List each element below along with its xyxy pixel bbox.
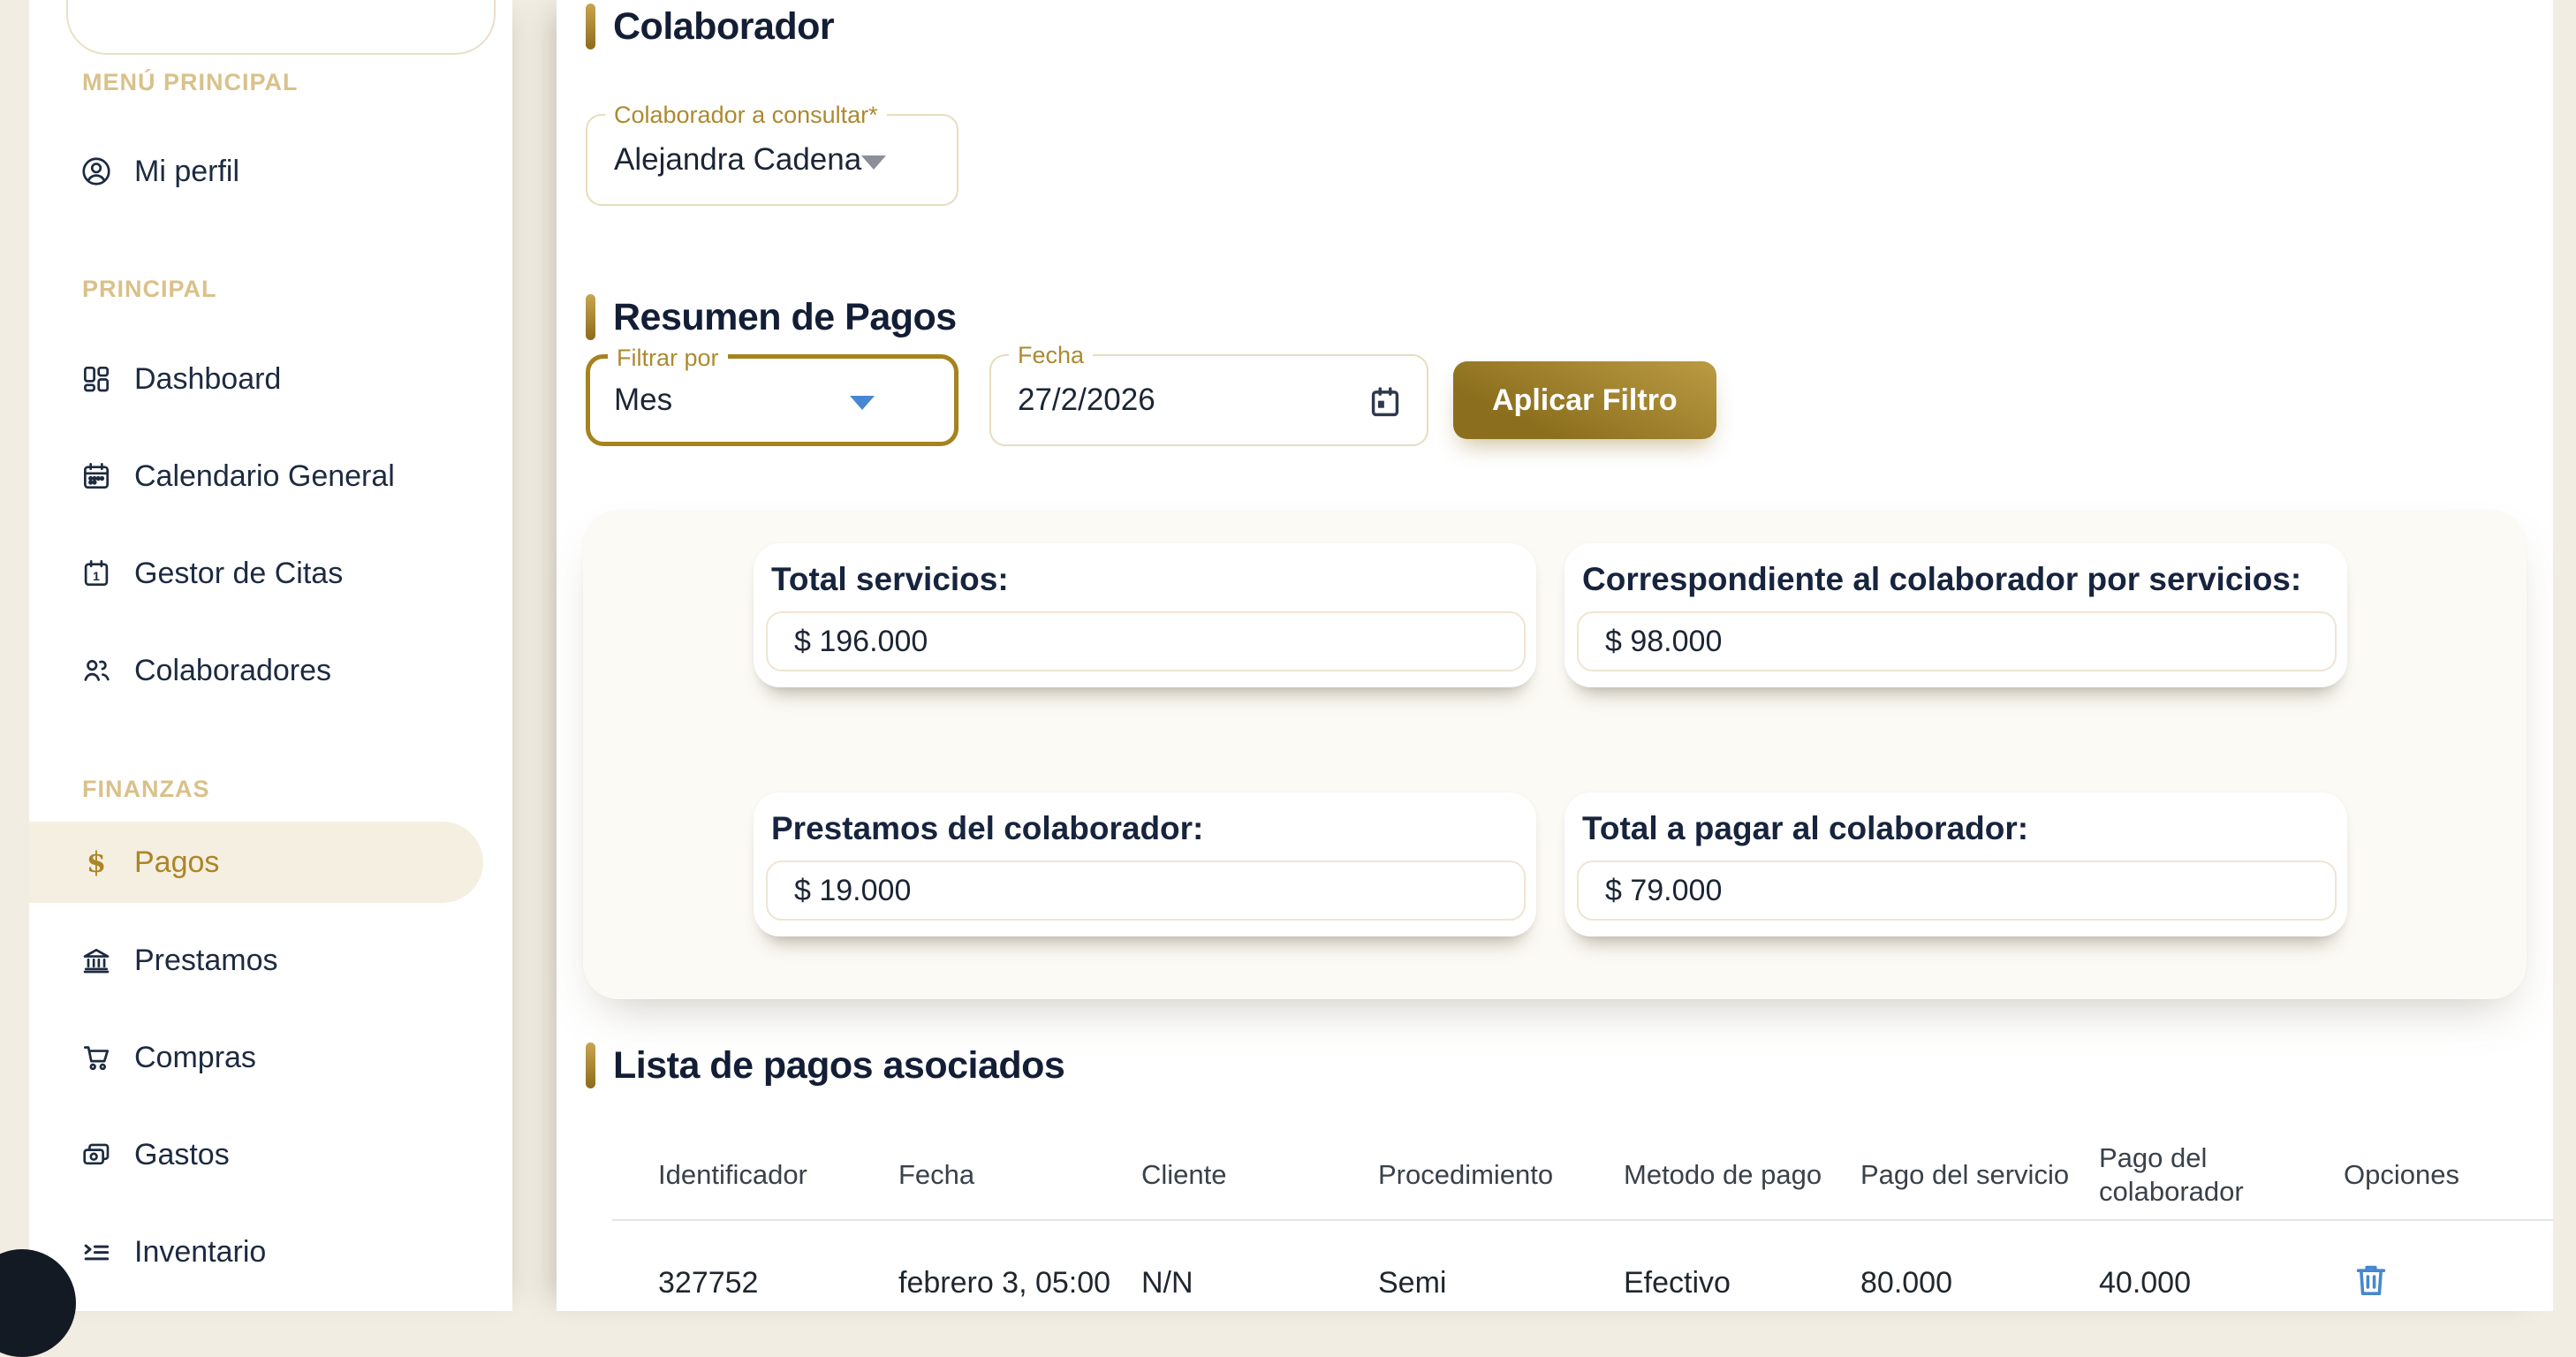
sidebar-section-principal: PRINCIPAL (82, 274, 512, 304)
column-header: Fecha (898, 1158, 1141, 1192)
fecha-input[interactable]: Fecha 27/2/2026 (989, 354, 1428, 446)
sidebar-item-label: Gestor de Citas (134, 557, 343, 591)
sidebar-item-gastos[interactable]: Gastos (29, 1114, 512, 1195)
section-title-lista-pagos: Lista de pagos asociados (613, 1044, 1064, 1088)
list-indent-icon (80, 1235, 113, 1269)
colaborador-select-value: Alejandra Cadena (614, 116, 861, 204)
sidebar-item-inventario[interactable]: Inventario (29, 1211, 512, 1293)
dashboard-icon (80, 362, 113, 396)
cell-procedimiento: Semi (1378, 1266, 1624, 1300)
stat-card-total-servicios: Total servicios: $ 196.000 (754, 543, 1536, 687)
calendar-event-icon: 1 (80, 557, 113, 590)
trash-icon (2350, 1293, 2392, 1306)
svg-text:$: $ (87, 845, 106, 878)
cell-fecha: febrero 3, 05:00 (898, 1266, 1119, 1300)
cell-pago-servicio: 80.000 (1860, 1266, 2099, 1300)
column-header: Opciones (2344, 1158, 2520, 1192)
column-header: Pago del colaborador (2099, 1141, 2344, 1209)
stat-card-prestamos: Prestamos del colaborador: $ 19.000 (754, 792, 1536, 936)
sidebar-item-label: Mi perfil (134, 155, 239, 189)
stat-card-correspondiente: Correspondiente al colaborador por servi… (1565, 543, 2347, 687)
sidebar-item-label: Colaboradores (134, 654, 331, 688)
filter-row: Filtrar por Mes Fecha 27/2/2026 Aplicar … (586, 354, 2553, 446)
chevron-down-icon (861, 155, 886, 170)
sidebar-item-calendario-general[interactable]: Calendario General (29, 436, 512, 517)
logo-card (66, 0, 496, 55)
dollar-icon: $ (80, 845, 113, 879)
user-circle-icon (80, 155, 113, 188)
page-title-colaborador: Colaborador (613, 5, 834, 49)
fecha-value: 27/2/2026 (1018, 356, 1155, 444)
column-header: Procedimiento (1378, 1158, 1624, 1192)
colaborador-select[interactable]: Colaborador a consultar* Alejandra Caden… (586, 114, 958, 206)
column-header: Metodo de pago (1624, 1158, 1860, 1192)
section-title-resumen: Resumen de Pagos (613, 296, 957, 339)
sidebar-item-pagos[interactable]: $ Pagos (29, 822, 483, 903)
table-row: 327752 febrero 3, 05:00 N/N Semi Efectiv… (658, 1221, 2553, 1311)
filtrar-por-select[interactable]: Filtrar por Mes (586, 354, 958, 446)
heading-accent-bar (586, 4, 595, 49)
cell-cliente: N/N (1141, 1266, 1378, 1300)
filtrar-por-value: Mes (614, 359, 672, 442)
stat-value: $ 79.000 (1577, 860, 2337, 921)
people-icon (80, 654, 113, 687)
sidebar-item-label: Prestamos (134, 944, 278, 978)
resumen-heading-row: Resumen de Pagos (586, 292, 2553, 342)
resumen-summary-card: Total servicios: $ 196.000 Correspondien… (583, 511, 2527, 999)
sidebar-item-label: Gastos (134, 1138, 230, 1172)
sidebar-item-label: Dashboard (134, 362, 281, 397)
sidebar: MENÚ PRINCIPAL Mi perfil PRINCIPAL D (29, 0, 512, 1311)
sidebar-item-dashboard[interactable]: Dashboard (29, 338, 512, 420)
svg-text:1: 1 (93, 570, 100, 584)
stat-card-total-a-pagar: Total a pagar al colaborador: $ 79.000 (1565, 792, 2347, 936)
sidebar-item-prestamos[interactable]: Prestamos (29, 920, 512, 1001)
chevron-down-icon (850, 396, 875, 410)
cell-metodo-pago: Efectivo (1624, 1266, 1860, 1300)
aplicar-filtro-button[interactable]: Aplicar Filtro (1453, 361, 1716, 439)
main-content: Colaborador Colaborador a consultar* Ale… (557, 0, 2553, 1311)
colaborador-heading-row: Colaborador (586, 2, 2553, 51)
stat-title: Correspondiente al colaborador por servi… (1582, 561, 2337, 598)
calendar-icon (80, 459, 113, 493)
stat-title: Prestamos del colaborador: (771, 810, 1526, 847)
sidebar-item-mi-perfil[interactable]: Mi perfil (29, 131, 512, 212)
heading-accent-bar (586, 1042, 595, 1088)
column-header: Cliente (1141, 1158, 1378, 1192)
cell-identificador: 327752 (658, 1266, 898, 1300)
heading-accent-bar (586, 294, 595, 340)
payments-table-header: Identificador Fecha Cliente Procedimient… (658, 1131, 2553, 1219)
column-header: Pago del servicio (1860, 1158, 2099, 1192)
column-header: Identificador (658, 1158, 898, 1192)
sidebar-item-label: Compras (134, 1041, 256, 1075)
stat-value: $ 196.000 (766, 611, 1526, 671)
sidebar-section-finanzas: FINANZAS (82, 774, 512, 804)
stat-value: $ 19.000 (766, 860, 1526, 921)
wallet-icon (80, 1138, 113, 1171)
stat-value: $ 98.000 (1577, 611, 2337, 671)
cart-icon (80, 1041, 113, 1074)
calendar-picker-icon[interactable] (1365, 382, 1405, 422)
stat-title: Total servicios: (771, 561, 1526, 598)
cell-pago-colaborador: 40.000 (2099, 1266, 2344, 1300)
bank-icon (80, 944, 113, 977)
sidebar-section-menu-principal: MENÚ PRINCIPAL (82, 67, 512, 97)
lista-heading-row: Lista de pagos asociados (586, 1041, 2553, 1090)
sidebar-item-label: Calendario General (134, 459, 395, 494)
delete-payment-button[interactable] (2347, 1256, 2395, 1306)
stat-title: Total a pagar al colaborador: (1582, 810, 2337, 847)
sidebar-item-gestor-de-citas[interactable]: 1 Gestor de Citas (29, 533, 512, 614)
sidebar-item-label: Inventario (134, 1235, 266, 1270)
sidebar-item-colaboradores[interactable]: Colaboradores (29, 630, 512, 711)
sidebar-item-compras[interactable]: Compras (29, 1017, 512, 1098)
sidebar-item-label: Pagos (134, 845, 219, 880)
